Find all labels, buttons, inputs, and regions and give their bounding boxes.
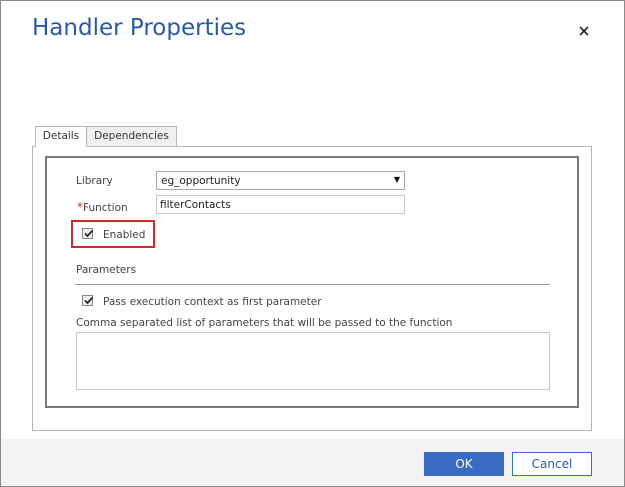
ok-button[interactable]: OK	[424, 452, 504, 476]
dialog-title: Handler Properties	[32, 15, 247, 41]
library-label: Library	[76, 175, 113, 187]
enabled-label: Enabled	[103, 229, 146, 241]
chevron-down-icon: ▼	[393, 175, 400, 184]
function-label-wrapper: *Function	[77, 200, 128, 214]
tab-dependencies[interactable]: Dependencies	[87, 126, 177, 147]
function-label: Function	[83, 202, 128, 214]
pass-context-label: Pass execution context as first paramete…	[103, 296, 322, 308]
enabled-checkbox[interactable]	[82, 228, 94, 239]
check-icon	[84, 229, 94, 238]
close-icon	[579, 26, 589, 36]
close-button[interactable]	[576, 23, 592, 39]
check-icon	[84, 296, 94, 305]
tab-details[interactable]: Details	[35, 126, 87, 147]
params-list-textarea[interactable]	[76, 332, 550, 390]
cancel-button[interactable]: Cancel	[512, 452, 592, 476]
function-input[interactable]: filterContacts	[156, 195, 405, 214]
parameters-divider	[75, 284, 550, 285]
parameters-heading: Parameters	[76, 264, 137, 276]
library-select-value: eg_opportunity	[161, 175, 241, 187]
params-list-label: Comma separated list of parameters that …	[76, 317, 453, 329]
handler-properties-dialog: Handler Properties Details Dependencies …	[0, 0, 625, 487]
library-select[interactable]: eg_opportunity ▼	[156, 171, 405, 190]
pass-context-checkbox[interactable]	[82, 295, 94, 306]
